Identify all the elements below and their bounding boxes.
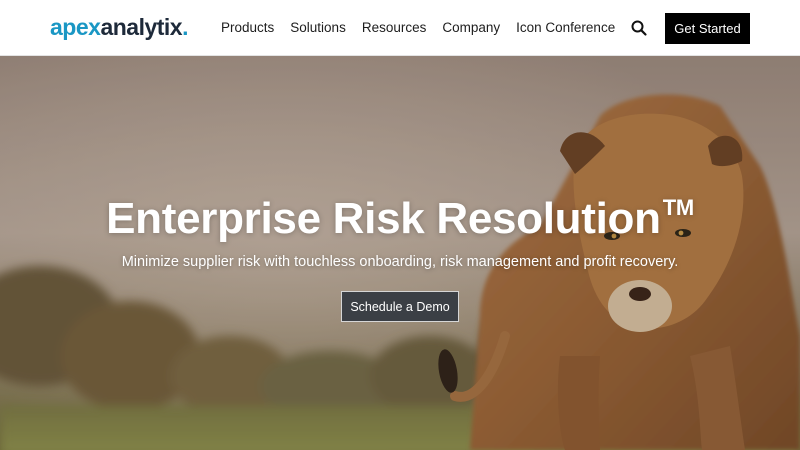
trademark-mark: TM [662, 195, 694, 220]
nav-item-solutions[interactable]: Solutions [290, 20, 346, 35]
hero-subtitle: Minimize supplier risk with touchless on… [121, 254, 679, 270]
main-nav: Products Solutions Resources Company Ico… [221, 20, 631, 35]
apexanalytix-logo[interactable]: apexanalytix. [50, 14, 188, 41]
nav-item-products[interactable]: Products [221, 20, 274, 35]
site-header: apexanalytix. Products Solutions Resourc… [0, 0, 800, 56]
hero-overlay [0, 56, 800, 450]
hero-title: Enterprise Risk ResolutionTM [106, 194, 694, 243]
hero-section: Enterprise Risk ResolutionTM Minimize su… [0, 56, 800, 450]
nav-item-company[interactable]: Company [442, 20, 500, 35]
schedule-demo-button[interactable]: Schedule a Demo [341, 291, 459, 322]
search-button[interactable] [630, 19, 648, 37]
search-icon [631, 20, 647, 36]
nav-item-resources[interactable]: Resources [362, 20, 427, 35]
nav-item-icon-conference[interactable]: Icon Conference [516, 20, 615, 35]
get-started-button[interactable]: Get Started [665, 13, 750, 44]
